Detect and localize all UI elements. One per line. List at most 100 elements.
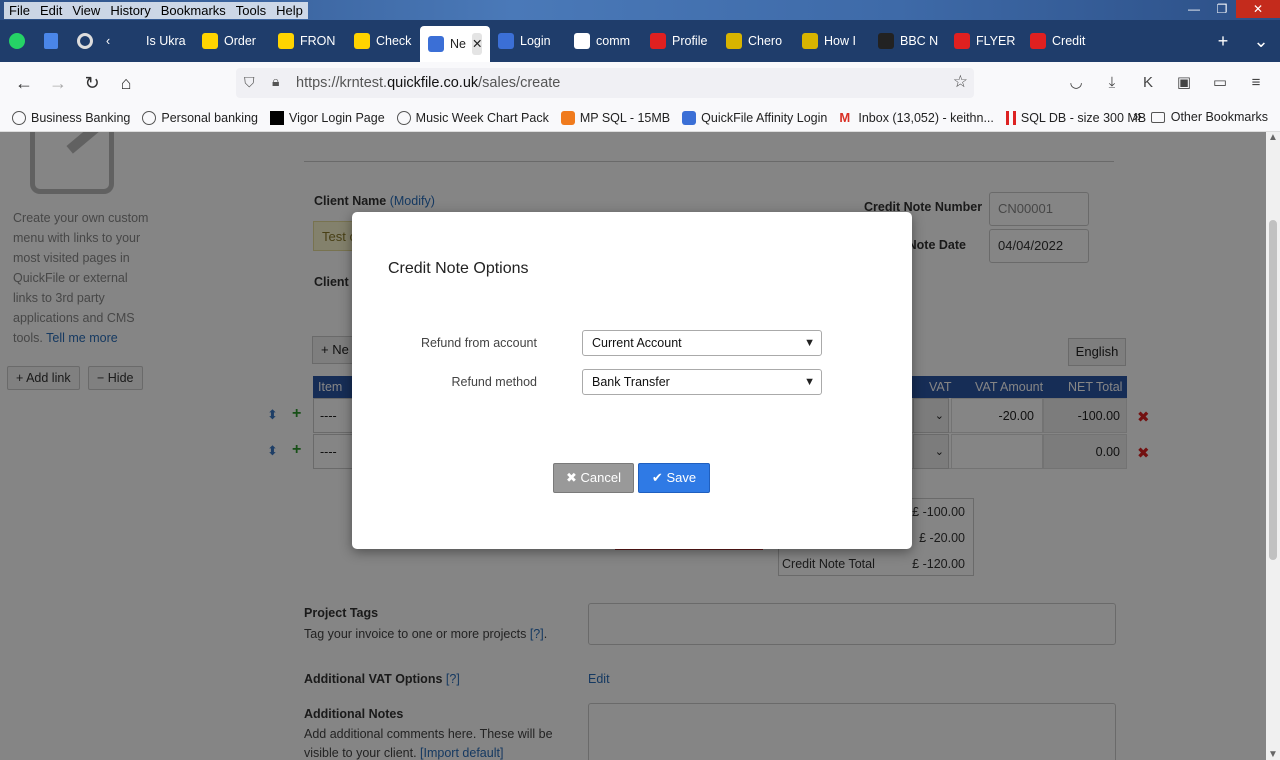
tab-item[interactable]: FLYER	[946, 23, 1022, 59]
downloads-icon[interactable]: ⤓	[1094, 68, 1130, 98]
print-icon[interactable]: ▣	[1166, 68, 1202, 98]
more-bookmarks-icon[interactable]: »	[1133, 108, 1142, 126]
dev-tools-icon[interactable]: ▭	[1202, 68, 1238, 98]
tab-item[interactable]: FRON	[270, 23, 346, 59]
scroll-up-icon[interactable]: ▲	[1266, 132, 1280, 143]
check-icon: ✔	[651, 470, 663, 485]
menu-help[interactable]: Help	[271, 1, 308, 19]
bookmark-star-icon[interactable]: ☆	[953, 72, 968, 92]
bookmark-item[interactable]: Personal banking	[142, 110, 258, 125]
tab-item[interactable]: BBC N	[870, 23, 946, 59]
bookmark-label: Business Banking	[31, 110, 131, 125]
save-button[interactable]: ✔ Save	[638, 463, 710, 493]
tab-item[interactable]: comm	[566, 23, 642, 59]
folder-icon	[1150, 111, 1165, 123]
bookmark-label: QuickFile Affinity Login	[701, 110, 828, 125]
other-bookmarks-label: Other Bookmarks	[1170, 110, 1268, 124]
account-icon[interactable]: K	[1130, 68, 1166, 98]
chevron-down-icon: ▼	[804, 376, 815, 388]
menu-view[interactable]: View	[67, 1, 106, 19]
tab-strip: ‹ Is Ukra Order FRON Check Ne ✕ Login com…	[0, 20, 1280, 62]
shield-icon[interactable]: ⛉	[244, 74, 255, 91]
minimize-icon[interactable]: —	[1180, 0, 1208, 18]
bookmark-item[interactable]: Business Banking	[12, 110, 131, 125]
chevron-down-icon: ▼	[804, 337, 815, 349]
tab-item[interactable]: Chero	[718, 23, 794, 59]
scrollbar-thumb[interactable]	[1269, 220, 1277, 560]
tab-active[interactable]: Ne ✕	[420, 26, 490, 62]
menu-tools[interactable]: Tools	[230, 1, 272, 19]
list-tabs-icon[interactable]: ⌄	[1242, 31, 1280, 52]
refund-method-select[interactable]: Bank Transfer ▼	[582, 369, 822, 395]
tab-label: Ne	[450, 37, 466, 51]
app-menu-icon[interactable]: ≡	[1238, 68, 1274, 98]
bookmark-item[interactable]: MP SQL - 15MB	[560, 110, 670, 125]
save-label: Save	[666, 470, 697, 485]
forward-icon[interactable]: →	[41, 68, 75, 98]
lock-icon[interactable]: 🔒︎	[272, 73, 279, 90]
bookmarks-bar: Business Banking Personal banking Vigor …	[0, 104, 1280, 132]
close-window-icon[interactable]: ✕	[1236, 0, 1280, 18]
tab-favicon	[878, 33, 894, 49]
tab-favicon	[1030, 33, 1046, 49]
bookmark-item[interactable]: Vigor Login Page	[269, 110, 385, 125]
tab-item[interactable]: How I	[794, 23, 870, 59]
tab-label: Is Ukra	[146, 34, 186, 48]
bookmark-item[interactable]: SQL DB - size 300 MB	[1005, 110, 1146, 125]
tab-item[interactable]: Credit	[1022, 23, 1098, 59]
whatsapp-icon[interactable]	[0, 20, 34, 62]
tab-item[interactable]: Login	[490, 23, 566, 59]
tab-label: comm	[596, 34, 631, 48]
close-tab-icon[interactable]: ✕	[471, 33, 483, 55]
globe-icon	[142, 110, 157, 125]
globe-icon	[396, 110, 411, 125]
bookmark-label: Personal banking	[161, 110, 258, 125]
other-bookmarks[interactable]: Other Bookmarks	[1150, 110, 1268, 124]
tab-favicon	[354, 33, 370, 49]
tab-favicon	[574, 33, 590, 49]
refund-method-value: Bank Transfer	[592, 375, 670, 389]
url-bar[interactable]: ⛉ 🔒︎ https://krntest.quickfile.co.uk/sal…	[236, 68, 974, 98]
pocket-icon[interactable]: ◡	[1058, 68, 1094, 98]
tab-item[interactable]: Profile	[642, 23, 718, 59]
tab-label: How I	[824, 34, 856, 48]
tab-tools: + ⌄	[1204, 20, 1280, 62]
menu-edit[interactable]: Edit	[34, 1, 68, 19]
tab-label: Order	[224, 34, 256, 48]
scroll-tabs-left-icon[interactable]: ‹	[102, 23, 138, 59]
scrollbar[interactable]: ▲ ▼	[1266, 132, 1280, 760]
tab-label: Chero	[748, 34, 783, 48]
tab-favicon	[802, 33, 818, 49]
scroll-down-icon[interactable]: ▼	[1266, 749, 1280, 760]
tab-item[interactable]: Order	[194, 23, 270, 59]
restore-icon[interactable]: ❐	[1208, 0, 1236, 18]
menu-history[interactable]: History	[105, 1, 156, 19]
tab-label: Login	[520, 34, 551, 48]
bookmark-item[interactable]: Music Week Chart Pack	[396, 110, 549, 125]
bookmark-label: Music Week Chart Pack	[415, 110, 549, 125]
tab-favicon	[726, 33, 742, 49]
bookmark-item[interactable]: QuickFile Affinity Login	[682, 110, 828, 125]
menu-file[interactable]: File	[4, 1, 35, 19]
tab-favicon	[650, 33, 666, 49]
quickfile-icon	[682, 110, 697, 125]
pinned-tab-icon[interactable]	[68, 20, 102, 62]
tab-favicon	[202, 33, 218, 49]
new-tab-icon[interactable]: +	[1204, 31, 1242, 52]
bookmark-item[interactable]: M Inbox (13,052) - keithn...	[839, 110, 994, 125]
menu-bar: File Edit View History Bookmarks Tools H…	[0, 0, 308, 20]
back-icon[interactable]: ←	[7, 68, 41, 98]
tab-label: Profile	[672, 34, 708, 48]
sql-icon	[1005, 110, 1016, 125]
toolbar-right: ◡ ⤓ K ▣ ▭ ≡	[1058, 68, 1274, 98]
url-domain: quickfile.co.uk	[387, 75, 479, 91]
cancel-button[interactable]: ✖ Cancel	[553, 463, 634, 493]
docs-icon[interactable]	[34, 20, 68, 62]
reload-icon[interactable]: ↻	[75, 68, 109, 98]
tab-item[interactable]: Is Ukra	[138, 23, 194, 59]
tab-item[interactable]: Check	[346, 23, 420, 59]
menu-bookmarks[interactable]: Bookmarks	[155, 1, 231, 19]
home-icon[interactable]: ⌂	[109, 68, 143, 98]
refund-account-select[interactable]: Current Account ▼	[582, 330, 822, 356]
tab-favicon	[954, 33, 970, 49]
